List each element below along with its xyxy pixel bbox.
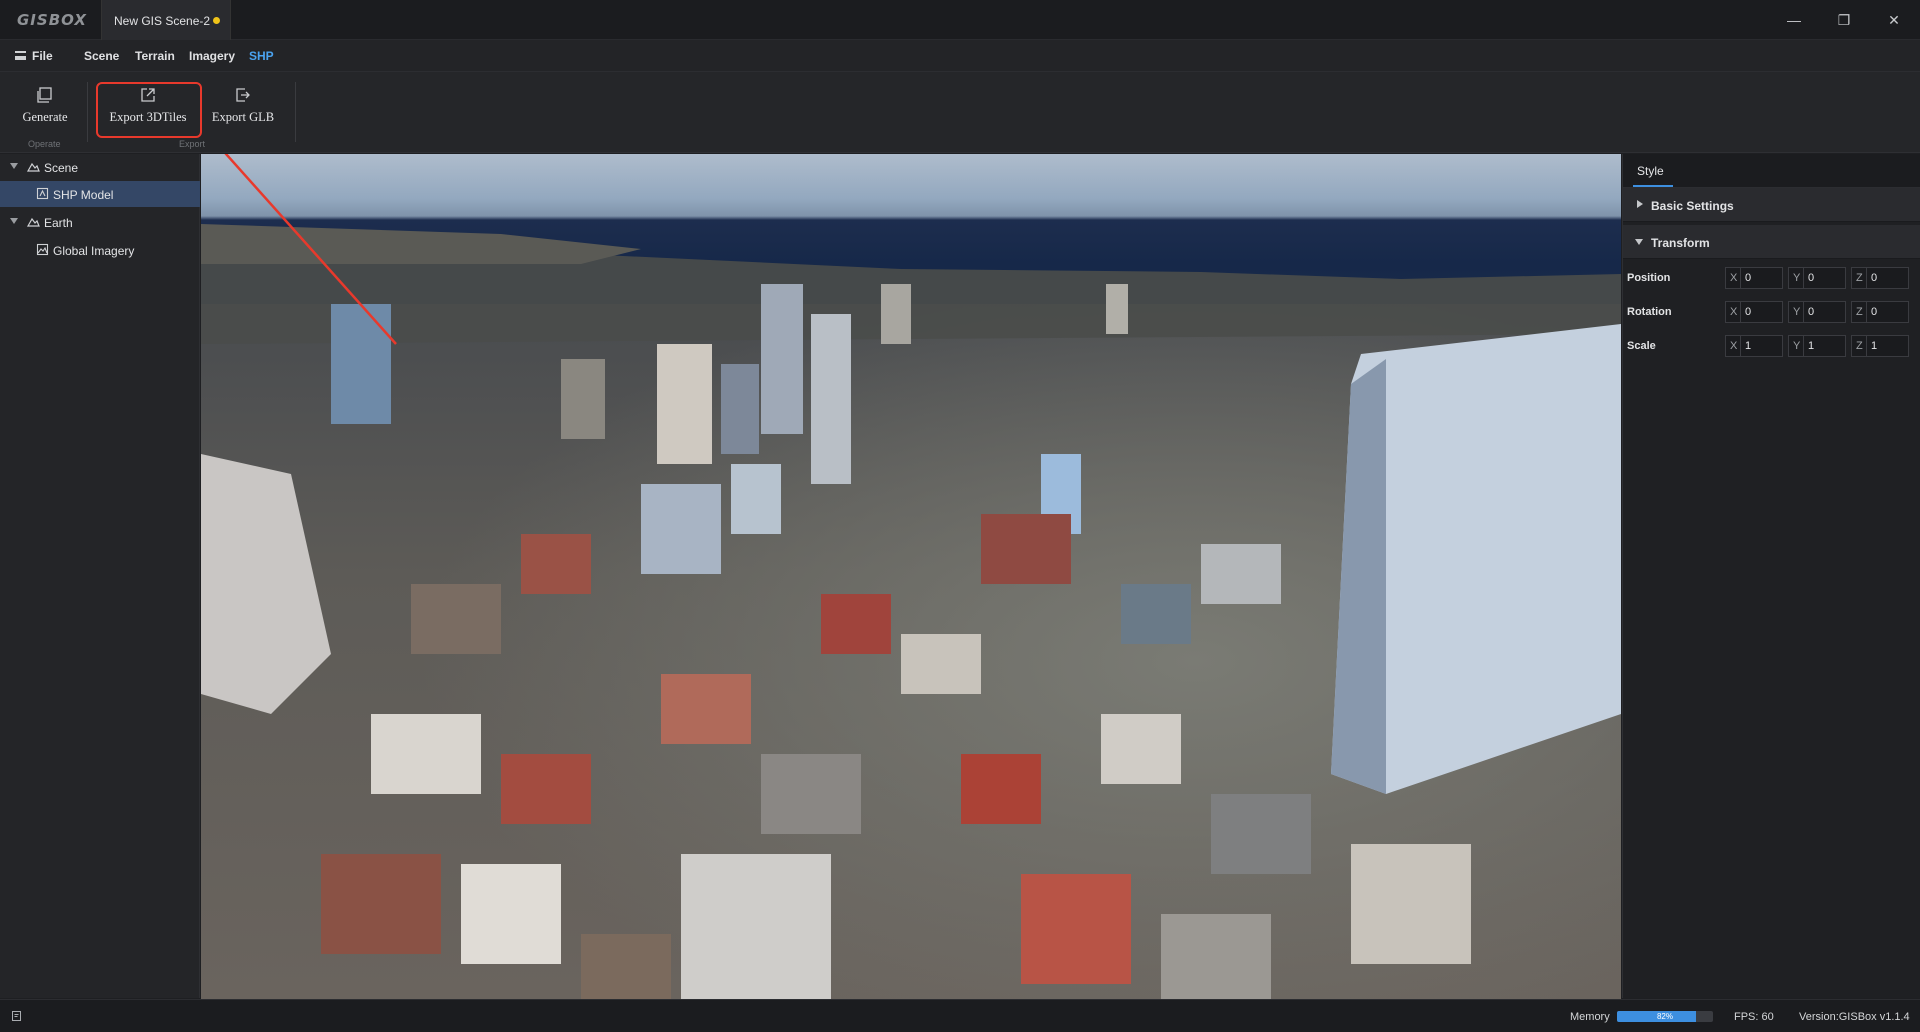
rotation-z-value[interactable]: 0: [1866, 302, 1906, 322]
scale-x-field[interactable]: X1: [1725, 335, 1783, 357]
axis-label: Y: [1793, 306, 1801, 318]
rotation-y-field[interactable]: Y0: [1788, 301, 1846, 323]
scene-tree: Scene SHP Model Earth Global Imagery: [0, 154, 200, 998]
tree-item-scene[interactable]: Scene: [0, 154, 200, 180]
document-tab-label: New GIS Scene-2: [114, 14, 211, 28]
axis-label: Z: [1856, 340, 1863, 352]
ribbon-toolbar: Generate Operate Export 3DTiles Export G…: [0, 72, 1920, 153]
section-transform[interactable]: Transform: [1623, 225, 1920, 259]
chevron-right-icon: [1637, 200, 1643, 208]
city-scene-render: [201, 154, 1621, 999]
tab-style[interactable]: Style: [1637, 164, 1664, 178]
axis-label: X: [1730, 340, 1738, 352]
memory-label: Memory: [1570, 1011, 1610, 1023]
title-bar: GISBOX New GIS Scene-2 — ❐ ✕: [0, 0, 1920, 40]
menu-shp[interactable]: SHP: [249, 49, 274, 63]
menu-file[interactable]: File: [32, 49, 53, 63]
position-y-field[interactable]: Y0: [1788, 267, 1846, 289]
position-label: Position: [1627, 272, 1671, 284]
axis-label: Z: [1856, 306, 1863, 318]
scale-row: Scale X1 Y1 Z1: [1623, 333, 1920, 359]
generate-icon: [37, 87, 52, 103]
position-x-field[interactable]: X0: [1725, 267, 1783, 289]
fps-readout: FPS: 60: [1734, 1011, 1774, 1023]
export-glb-button[interactable]: Export GLB: [208, 82, 278, 134]
scale-y-value[interactable]: 1: [1803, 336, 1843, 356]
generate-button[interactable]: Generate: [16, 82, 74, 134]
scale-y-field[interactable]: Y1: [1788, 335, 1846, 357]
scale-z-field[interactable]: Z1: [1851, 335, 1909, 357]
hamburger-icon[interactable]: [15, 51, 26, 60]
group-export-label: Export: [179, 139, 206, 149]
tree-item-label: Global Imagery: [53, 244, 135, 258]
chevron-down-icon: [1635, 239, 1643, 245]
tree-item-global-imagery[interactable]: Global Imagery: [0, 237, 200, 263]
tree-item-earth[interactable]: Earth: [0, 209, 200, 235]
position-z-field[interactable]: Z0: [1851, 267, 1909, 289]
document-tab[interactable]: New GIS Scene-2: [101, 0, 231, 40]
scale-label: Scale: [1627, 340, 1656, 352]
axis-label: Z: [1856, 272, 1863, 284]
earth-icon: [27, 217, 40, 227]
rotation-x-value[interactable]: 0: [1740, 302, 1780, 322]
position-x-value[interactable]: 0: [1740, 268, 1780, 288]
log-icon[interactable]: [11, 1010, 23, 1022]
imagery-icon: [36, 243, 49, 256]
axis-label: Y: [1793, 340, 1801, 352]
axis-label: Y: [1793, 272, 1801, 284]
rotation-y-value[interactable]: 0: [1803, 302, 1843, 322]
chevron-down-icon[interactable]: [10, 163, 18, 169]
status-bar: Memory 82% FPS: 60 Version:GISBox v1.1.4: [0, 999, 1920, 1032]
group-divider: [295, 82, 296, 142]
axis-label: X: [1730, 272, 1738, 284]
position-z-value[interactable]: 0: [1866, 268, 1906, 288]
export-glb-icon: [236, 88, 250, 102]
3d-viewport[interactable]: [201, 154, 1621, 999]
restore-button[interactable]: ❐: [1832, 8, 1856, 32]
memory-progress-bar: 82%: [1617, 1011, 1713, 1022]
active-tab-indicator: [1633, 185, 1673, 187]
memory-percent: 82%: [1656, 1012, 1673, 1021]
menu-scene[interactable]: Scene: [84, 49, 119, 63]
app-logo: GISBOX: [17, 11, 87, 29]
position-row: Position X0 Y0 Z0: [1623, 265, 1920, 291]
section-label: Transform: [1651, 236, 1710, 250]
section-basic-settings[interactable]: Basic Settings: [1623, 188, 1920, 222]
position-y-value[interactable]: 0: [1803, 268, 1843, 288]
scale-x-value[interactable]: 1: [1740, 336, 1780, 356]
version-label: Version:GISBox v1.1.4: [1799, 1011, 1910, 1023]
minimize-button[interactable]: —: [1782, 8, 1806, 32]
scale-z-value[interactable]: 1: [1866, 336, 1906, 356]
axis-label: X: [1730, 306, 1738, 318]
menu-bar: File Scene Terrain Imagery SHP: [0, 40, 1920, 72]
tree-item-label: Scene: [44, 161, 79, 175]
rotation-z-field[interactable]: Z0: [1851, 301, 1909, 323]
menu-terrain[interactable]: Terrain: [135, 49, 175, 63]
annotation-highlight-box: [96, 82, 202, 138]
chevron-down-icon[interactable]: [10, 218, 18, 224]
tree-item-label: SHP Model: [53, 188, 114, 202]
section-label: Basic Settings: [1651, 199, 1734, 213]
model-icon: [36, 187, 49, 200]
group-operate-label: Operate: [28, 139, 61, 149]
group-divider: [87, 82, 88, 142]
rotation-row: Rotation X0 Y0 Z0: [1623, 299, 1920, 325]
rotation-x-field[interactable]: X0: [1725, 301, 1783, 323]
property-panel: Style Basic Settings Transform Position …: [1622, 154, 1920, 998]
rotation-label: Rotation: [1627, 306, 1672, 318]
generate-label: Generate: [22, 110, 68, 124]
close-button[interactable]: ✕: [1882, 8, 1906, 32]
export-glb-label: Export GLB: [211, 110, 275, 124]
panel-tab-bar: Style: [1623, 154, 1920, 188]
menu-imagery[interactable]: Imagery: [189, 49, 235, 63]
scene-icon: [27, 162, 40, 172]
tree-item-label: Earth: [44, 216, 73, 230]
unsaved-indicator: [213, 17, 220, 24]
tree-item-shp-model[interactable]: SHP Model: [0, 181, 200, 207]
